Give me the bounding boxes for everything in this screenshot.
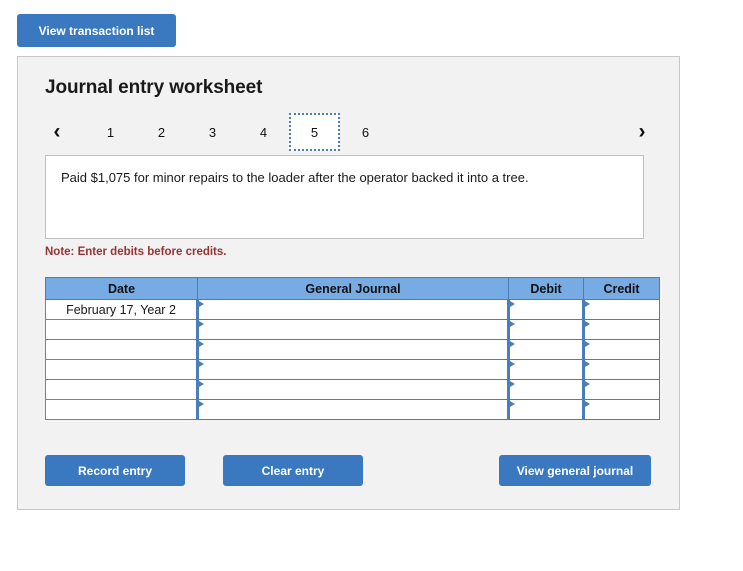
pager-page-list: 1 2 3 4 5 6 [85, 113, 391, 151]
date-cell[interactable] [45, 359, 198, 380]
record-entry-button[interactable]: Record entry [45, 455, 185, 486]
dropdown-marker-icon [199, 341, 204, 347]
credit-cell[interactable] [582, 339, 660, 360]
dropdown-marker-icon [510, 301, 515, 307]
dropdown-marker-icon [199, 321, 204, 327]
credit-cell[interactable] [582, 299, 660, 320]
dropdown-marker-icon [199, 401, 204, 407]
chevron-left-icon[interactable]: ‹ [45, 116, 69, 146]
table-row [45, 379, 660, 400]
column-header-debit: Debit [508, 277, 584, 300]
table-row [45, 319, 660, 340]
dropdown-marker-icon [199, 381, 204, 387]
page-tab-1[interactable]: 1 [85, 113, 136, 151]
date-cell[interactable]: February 17, Year 2 [45, 299, 198, 320]
table-row: February 17, Year 2 [45, 299, 660, 320]
column-header-general-journal: General Journal [197, 277, 509, 300]
dropdown-marker-icon [199, 361, 204, 367]
credit-cell[interactable] [582, 359, 660, 380]
journal-entry-panel: Journal entry worksheet ‹ 1 2 3 4 5 6 › … [17, 56, 680, 510]
dropdown-marker-icon [585, 301, 590, 307]
dropdown-marker-icon [585, 361, 590, 367]
transaction-description: Paid $1,075 for minor repairs to the loa… [45, 155, 644, 239]
account-cell[interactable] [196, 299, 509, 320]
page-title: Journal entry worksheet [45, 77, 263, 98]
view-transaction-list-button[interactable]: View transaction list [17, 14, 176, 47]
chevron-right-icon[interactable]: › [630, 116, 654, 146]
account-cell[interactable] [196, 339, 509, 360]
account-cell[interactable] [196, 399, 509, 420]
credit-cell[interactable] [582, 379, 660, 400]
credit-cell[interactable] [582, 399, 660, 420]
column-header-date: Date [45, 277, 198, 300]
page-tab-6[interactable]: 6 [340, 113, 391, 151]
debit-cell[interactable] [507, 299, 584, 320]
dropdown-marker-icon [585, 341, 590, 347]
page-tab-5[interactable]: 5 [289, 113, 340, 151]
debit-cell[interactable] [507, 399, 584, 420]
page-tab-4[interactable]: 4 [238, 113, 289, 151]
page-tab-3[interactable]: 3 [187, 113, 238, 151]
dropdown-marker-icon [585, 381, 590, 387]
dropdown-marker-icon [510, 321, 515, 327]
debit-cell[interactable] [507, 359, 584, 380]
dropdown-marker-icon [510, 341, 515, 347]
dropdown-marker-icon [585, 401, 590, 407]
column-header-credit: Credit [583, 277, 660, 300]
account-cell[interactable] [196, 379, 509, 400]
account-cell[interactable] [196, 359, 509, 380]
date-cell[interactable] [45, 339, 198, 360]
table-row [45, 339, 660, 360]
worksheet-pager: ‹ 1 2 3 4 5 6 › [45, 113, 654, 151]
table-row [45, 399, 660, 420]
dropdown-marker-icon [510, 401, 515, 407]
view-general-journal-button[interactable]: View general journal [499, 455, 651, 486]
table-row [45, 359, 660, 380]
table-header-row: Date General Journal Debit Credit [45, 277, 660, 300]
date-cell[interactable] [45, 399, 198, 420]
dropdown-marker-icon [585, 321, 590, 327]
clear-entry-button[interactable]: Clear entry [223, 455, 363, 486]
debit-cell[interactable] [507, 379, 584, 400]
dropdown-marker-icon [510, 361, 515, 367]
journal-entry-table: Date General Journal Debit Credit Februa… [45, 277, 660, 420]
dropdown-marker-icon [199, 301, 204, 307]
credit-cell[interactable] [582, 319, 660, 340]
page-tab-2[interactable]: 2 [136, 113, 187, 151]
dropdown-marker-icon [510, 381, 515, 387]
debits-before-credits-note: Note: Enter debits before credits. [45, 246, 227, 258]
date-cell[interactable] [45, 319, 198, 340]
debit-cell[interactable] [507, 319, 584, 340]
date-cell[interactable] [45, 379, 198, 400]
account-cell[interactable] [196, 319, 509, 340]
debit-cell[interactable] [507, 339, 584, 360]
